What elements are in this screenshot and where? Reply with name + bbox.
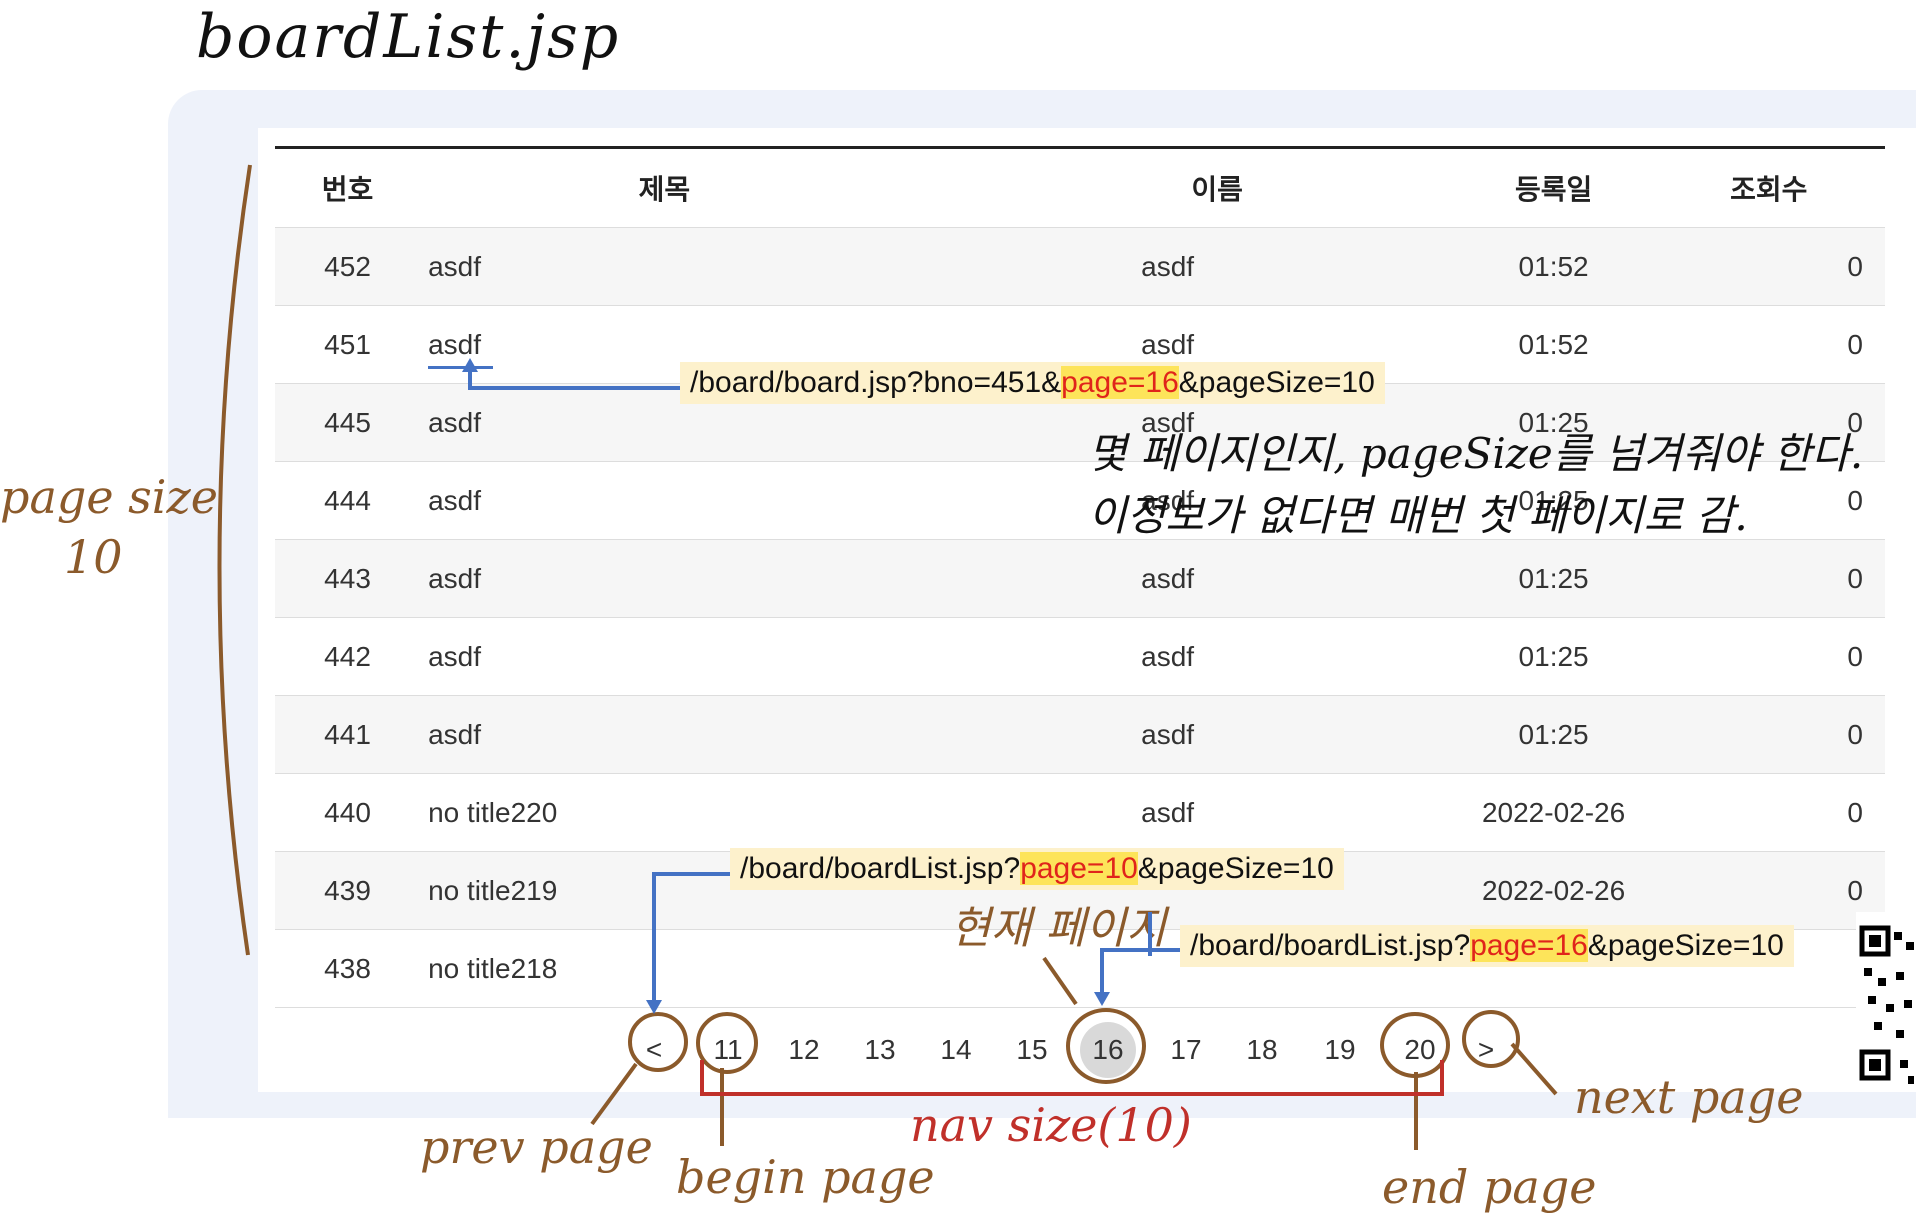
table-header-row: 번호 제목 이름 등록일 조회수 bbox=[275, 147, 1885, 228]
row-number: 440 bbox=[275, 773, 421, 852]
page-link-19[interactable]: 19 bbox=[1310, 1020, 1370, 1080]
url-current-highlight: page=16 bbox=[1470, 929, 1588, 962]
row-title-link[interactable]: asdf bbox=[420, 539, 902, 618]
row-title-link[interactable]: no title218 bbox=[420, 929, 902, 1008]
page-link-13[interactable]: 13 bbox=[850, 1020, 910, 1080]
row-name: asdf bbox=[901, 617, 1434, 696]
prev-page-label: prev page bbox=[420, 1120, 653, 1174]
row-number: 438 bbox=[275, 929, 421, 1008]
end-page-label: end page bbox=[1382, 1160, 1597, 1214]
url-current-after: &pageSize=10 bbox=[1587, 929, 1784, 962]
row-number: 444 bbox=[275, 461, 421, 540]
row-number: 451 bbox=[275, 305, 421, 384]
url-prev-before: /board/boardList.jsp? bbox=[740, 852, 1021, 885]
table-row: 443 asdf asdf 01:25 0 bbox=[275, 539, 1885, 618]
row-title-link[interactable]: asdf bbox=[420, 461, 902, 540]
nav-size-label: nav size(10) bbox=[910, 1098, 1192, 1152]
row-date: 2022-02-26 bbox=[1433, 851, 1674, 930]
row-date: 01:25 bbox=[1433, 695, 1674, 774]
row-date: 2022-02-26 bbox=[1433, 773, 1674, 852]
page-title: boardList.jsp bbox=[196, 2, 621, 72]
row-name: asdf bbox=[901, 227, 1434, 306]
url-prev-annotation: /board/boardList.jsp?page=10&pageSize=10 bbox=[730, 848, 1344, 890]
page-link-17[interactable]: 17 bbox=[1156, 1020, 1216, 1080]
page-size-value: 10 bbox=[64, 530, 123, 584]
page-link-14[interactable]: 14 bbox=[926, 1020, 986, 1080]
header-name: 이름 bbox=[1191, 174, 1243, 205]
row-number: 443 bbox=[275, 539, 421, 618]
url-board-after: &pageSize=10 bbox=[1178, 366, 1375, 399]
handwritten-note-line1: 몇 페이지인지, pageSize를 넘겨줘야 한다. bbox=[1088, 429, 1864, 478]
row-title-link[interactable]: asdf bbox=[420, 695, 902, 774]
row-number: 442 bbox=[275, 617, 421, 696]
row-views: 0 bbox=[1673, 305, 1885, 384]
current-circle-mark bbox=[1066, 1008, 1146, 1084]
url-prev-after: &pageSize=10 bbox=[1137, 852, 1334, 885]
row-title-link[interactable]: asdf bbox=[420, 227, 902, 306]
row-views: 0 bbox=[1673, 617, 1885, 696]
table-row: 442 asdf asdf 01:25 0 bbox=[275, 617, 1885, 696]
qr-code-icon bbox=[1856, 912, 1916, 1092]
table-row: 440 no title220 asdf 2022-02-26 0 bbox=[275, 773, 1885, 852]
url-board-highlight: page=16 bbox=[1061, 366, 1179, 399]
header-date: 등록일 bbox=[1514, 174, 1593, 205]
handwritten-note-line2: 이정보가 없다면 매번 첫 페이지로 감. bbox=[1088, 491, 1748, 540]
end-circle-mark bbox=[1380, 1012, 1450, 1078]
url-current-before: /board/boardList.jsp? bbox=[1190, 929, 1471, 962]
row-title-text[interactable]: asdf bbox=[428, 328, 494, 369]
page-link-15[interactable]: 15 bbox=[1002, 1020, 1062, 1080]
current-page-label: 현재 페이지 bbox=[950, 903, 1167, 954]
row-name: asdf bbox=[901, 539, 1434, 618]
row-name: asdf bbox=[901, 773, 1434, 852]
row-title-link[interactable]: asdf bbox=[420, 617, 902, 696]
row-date: 01:25 bbox=[1433, 617, 1674, 696]
begin-circle-mark bbox=[696, 1012, 758, 1074]
row-views: 0 bbox=[1673, 227, 1885, 306]
url-prev-highlight: page=10 bbox=[1020, 852, 1138, 885]
begin-page-label: begin page bbox=[676, 1150, 935, 1204]
page-size-label: page size bbox=[0, 470, 218, 524]
row-date: 01:25 bbox=[1433, 539, 1674, 618]
next-circle-mark bbox=[1462, 1010, 1520, 1068]
header-views: 조회수 bbox=[1730, 174, 1808, 205]
prev-circle-mark bbox=[628, 1012, 688, 1072]
row-views: 0 bbox=[1673, 851, 1885, 930]
url-board-before: /board/board.jsp?bno=451& bbox=[690, 366, 1062, 399]
row-views: 0 bbox=[1673, 695, 1885, 774]
table-row: 452 asdf asdf 01:52 0 bbox=[275, 227, 1885, 306]
row-number: 441 bbox=[275, 695, 421, 774]
page-link-12[interactable]: 12 bbox=[774, 1020, 834, 1080]
row-number: 445 bbox=[275, 383, 421, 462]
row-views: 0 bbox=[1673, 773, 1885, 852]
next-page-label: next page bbox=[1574, 1070, 1804, 1124]
header-title: 제목 bbox=[638, 174, 691, 205]
row-views: 0 bbox=[1673, 539, 1885, 618]
row-name: asdf bbox=[901, 695, 1434, 774]
url-current-annotation: /board/boardList.jsp?page=16&pageSize=10 bbox=[1180, 925, 1794, 967]
row-number: 452 bbox=[275, 227, 421, 306]
row-title-link[interactable]: no title220 bbox=[420, 773, 902, 852]
row-date: 01:52 bbox=[1433, 227, 1674, 306]
row-date: 01:52 bbox=[1433, 305, 1674, 384]
row-number: 439 bbox=[275, 851, 421, 930]
page-link-18[interactable]: 18 bbox=[1232, 1020, 1292, 1080]
url-board-annotation: /board/board.jsp?bno=451&page=16&pageSiz… bbox=[680, 362, 1385, 404]
header-number: 번호 bbox=[321, 174, 374, 205]
table-row: 441 asdf asdf 01:25 0 bbox=[275, 695, 1885, 774]
